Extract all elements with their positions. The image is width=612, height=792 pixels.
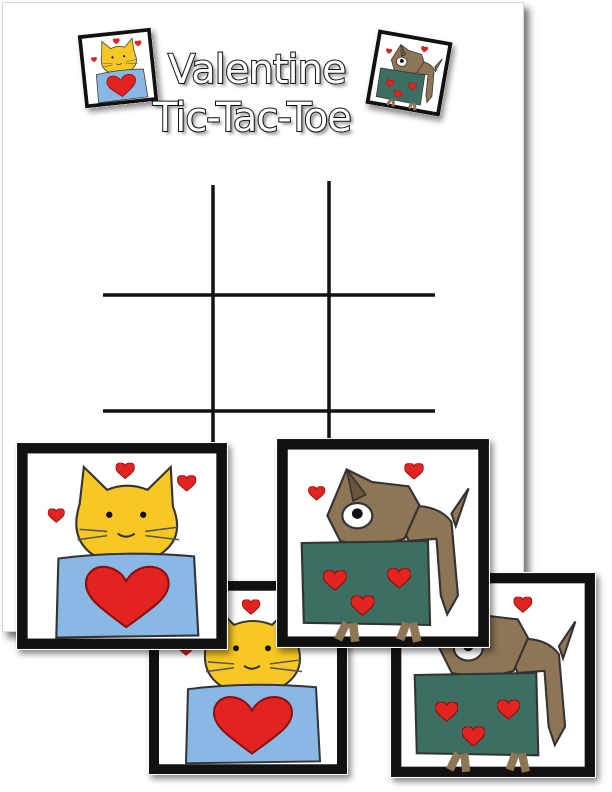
dog-card[interactable] [276, 438, 490, 648]
cat-card[interactable] [16, 442, 228, 650]
cat-icon [16, 442, 228, 650]
page-title: Valentine [167, 46, 348, 94]
cat-logo-card [77, 27, 158, 108]
page-subtitle: Tic-Tac-Toe [152, 94, 353, 142]
cat-icon [77, 27, 158, 108]
dog-logo-card [365, 29, 453, 117]
dog-icon [276, 438, 490, 648]
dog-icon [365, 29, 453, 117]
